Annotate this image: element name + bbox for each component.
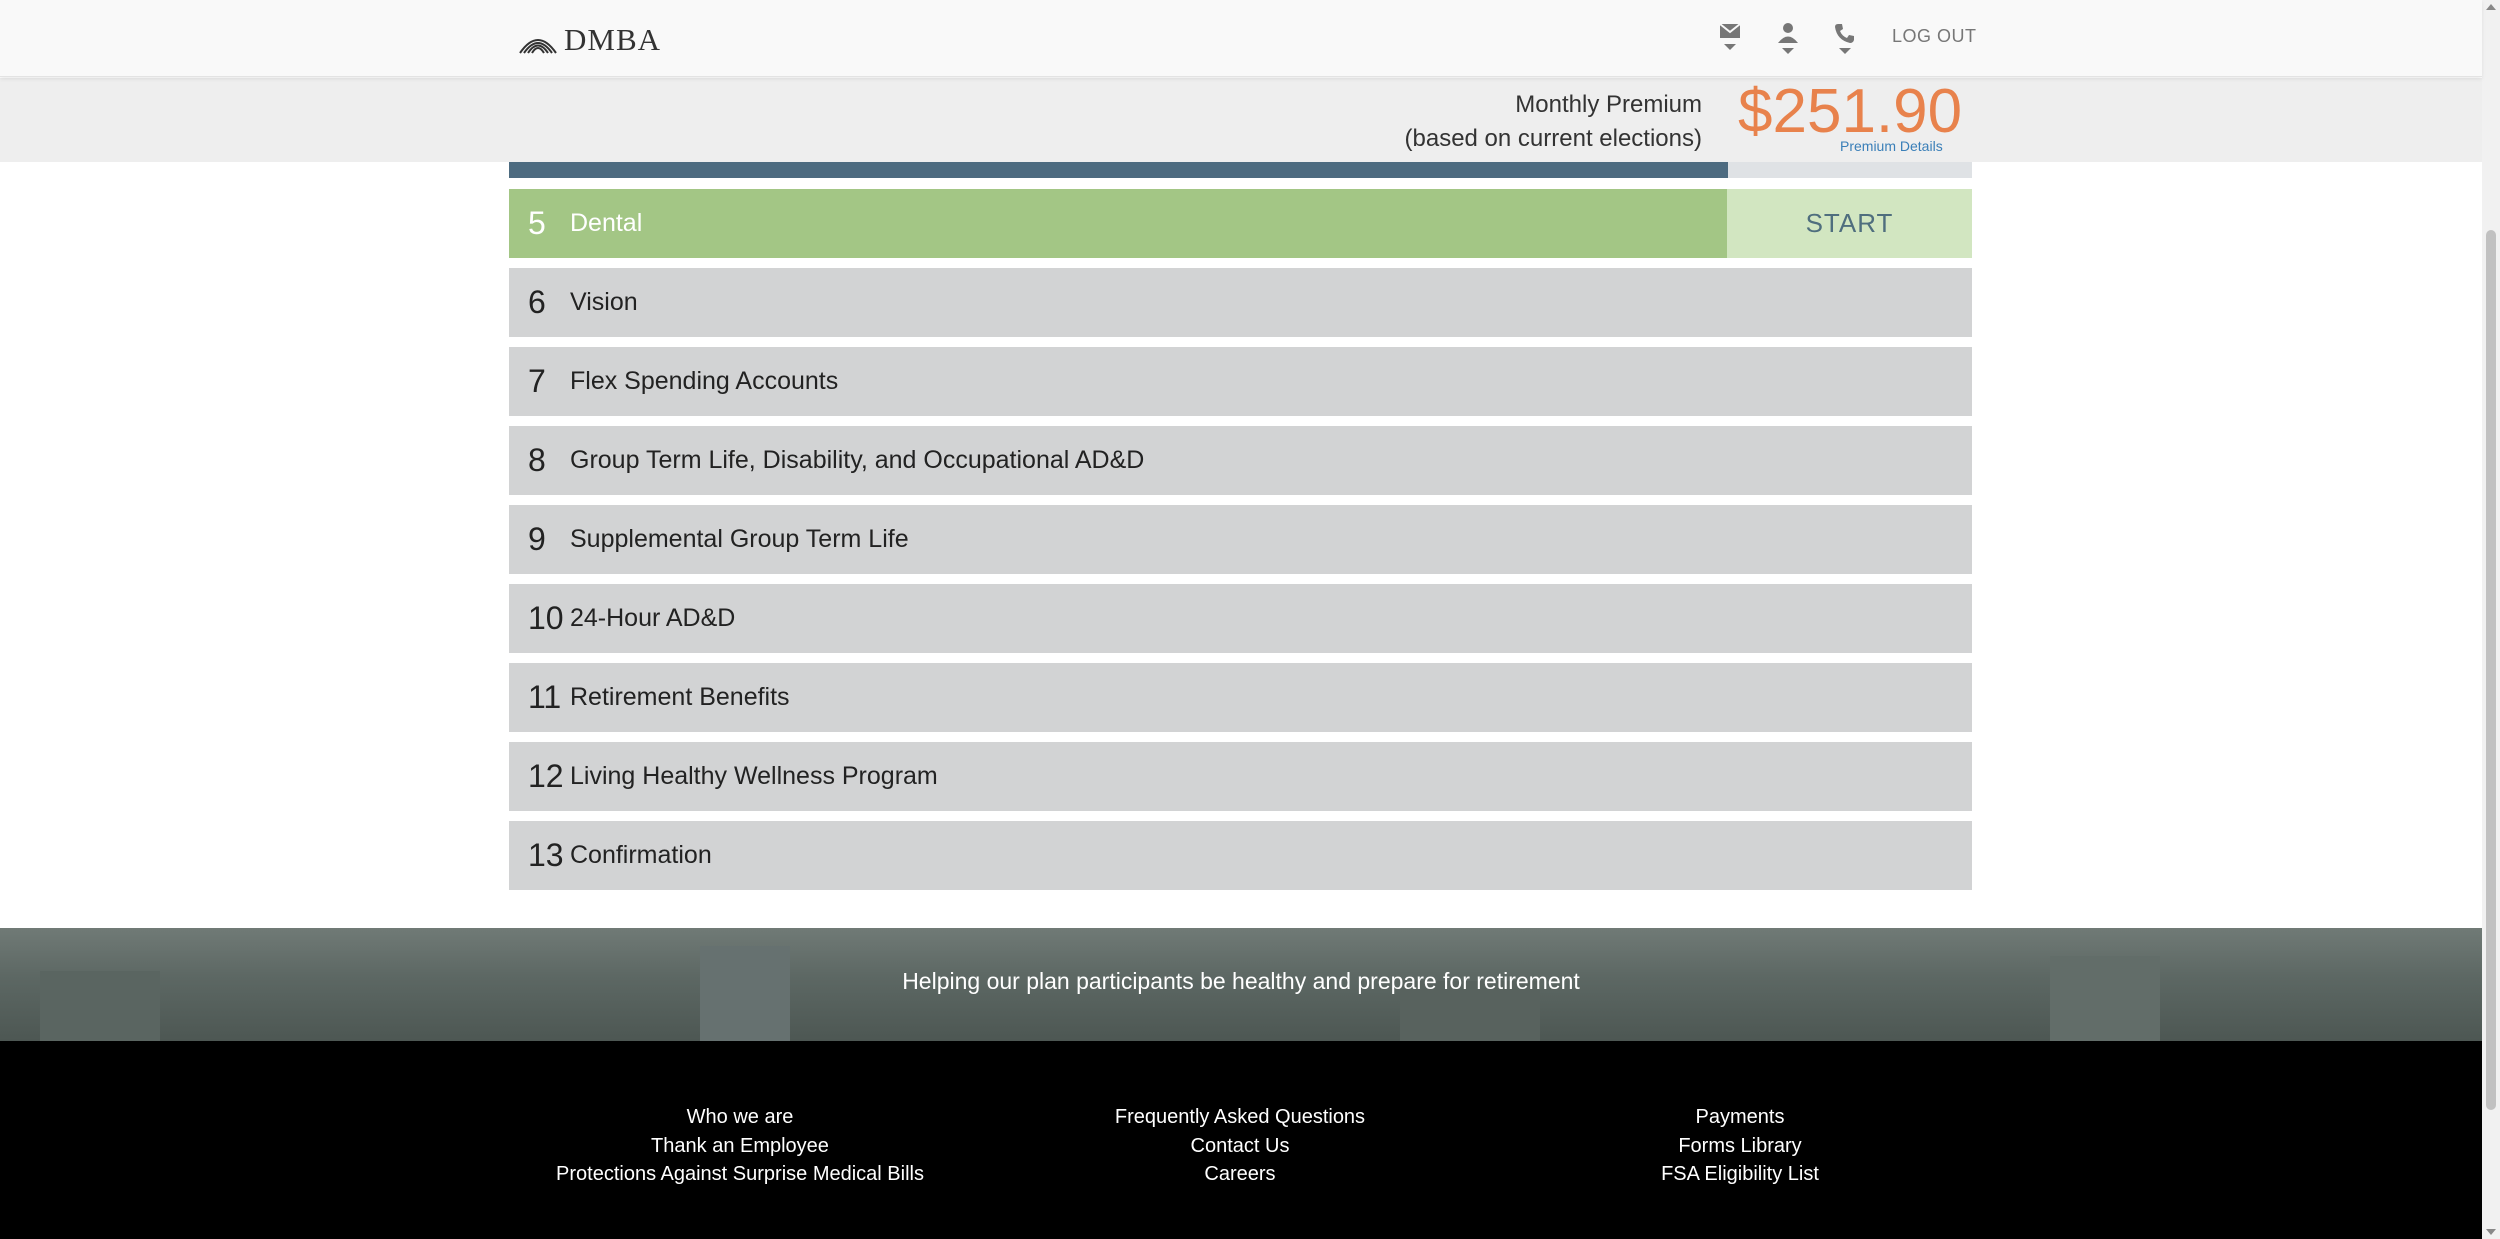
mail-menu-button[interactable] <box>1715 22 1745 62</box>
enrollment-steps: 5 Dental START 6 Vision 7 Flex Spending … <box>509 189 1972 900</box>
tagline-text: Helping our plan participants be healthy… <box>902 968 1580 994</box>
premium-label-line1: Monthly Premium <box>1515 91 1702 118</box>
step-flex-spending-accounts[interactable]: 7 Flex Spending Accounts <box>509 347 1972 416</box>
premium-amount: $251.90 <box>1738 77 1963 146</box>
step-name: Group Term Life, Disability, and Occupat… <box>570 446 1145 474</box>
step-supplemental-group-term-life[interactable]: 9 Supplemental Group Term Life <box>509 505 1972 574</box>
step-dental[interactable]: 5 Dental START <box>509 189 1972 258</box>
footer-link-payments[interactable]: Payments <box>1440 1103 2040 1132</box>
step-group-term-life[interactable]: 8 Group Term Life, Disability, and Occup… <box>509 426 1972 495</box>
step-number: 5 <box>528 205 546 241</box>
top-header: DMBA LOG OUT <box>0 0 2482 77</box>
footer-link-fsa-eligibility[interactable]: FSA Eligibility List <box>1440 1160 2040 1189</box>
step-name: Confirmation <box>570 841 712 869</box>
dmba-logo[interactable]: DMBA <box>518 22 661 58</box>
step-name: 24-Hour AD&D <box>570 604 736 632</box>
logo-arc-icon <box>519 39 557 54</box>
premium-label-line2: (based on current elections) <box>1404 125 1703 152</box>
chevron-down-icon <box>1782 48 1794 54</box>
step-number: 13 <box>528 837 564 873</box>
step-name: Flex Spending Accounts <box>570 367 839 395</box>
enrollment-progress-bar <box>509 162 1972 178</box>
page-scrollbar[interactable] <box>2482 0 2500 1239</box>
site-footer: Who we are Thank an Employee Protections… <box>0 1041 2482 1239</box>
step-name: Living Healthy Wellness Program <box>570 762 938 790</box>
user-menu-button[interactable] <box>1773 22 1803 62</box>
step-number: 7 <box>528 363 546 399</box>
scroll-down-arrow-icon[interactable] <box>2486 1229 2496 1235</box>
user-icon <box>1778 23 1798 43</box>
step-retirement-benefits[interactable]: 11 Retirement Benefits <box>509 663 1972 732</box>
step-number: 10 <box>528 600 564 636</box>
scrollbar-thumb[interactable] <box>2486 230 2496 1110</box>
footer-link-forms-library[interactable]: Forms Library <box>1440 1132 2040 1161</box>
start-button[interactable]: START <box>1727 189 1972 258</box>
phone-menu-button[interactable] <box>1830 22 1860 62</box>
step-name: Retirement Benefits <box>570 683 790 711</box>
logout-link[interactable]: LOG OUT <box>1892 26 1977 47</box>
scroll-up-arrow-icon[interactable] <box>2486 4 2496 10</box>
chevron-down-icon <box>1839 48 1851 54</box>
step-name: Supplemental Group Term Life <box>570 525 909 553</box>
step-number: 6 <box>528 284 546 320</box>
premium-bar: Monthly Premium (based on current electi… <box>0 77 2482 162</box>
logo-text: DMBA <box>564 22 662 57</box>
premium-label: Monthly Premium (based on current electi… <box>1405 88 1703 156</box>
step-number: 12 <box>528 758 564 794</box>
phone-icon <box>1835 24 1854 43</box>
footer-column: Payments Forms Library FSA Eligibility L… <box>1440 1103 2040 1189</box>
step-name: Dental <box>570 209 643 237</box>
step-number: 11 <box>528 679 562 715</box>
progress-fill <box>509 162 1728 178</box>
mail-icon <box>1719 23 1741 38</box>
step-vision[interactable]: 6 Vision <box>509 268 1972 337</box>
chevron-down-icon <box>1724 44 1736 50</box>
step-24-hour-add[interactable]: 10 24-Hour AD&D <box>509 584 1972 653</box>
premium-details-link[interactable]: Premium Details <box>1840 138 1943 154</box>
tagline-banner: Helping our plan participants be healthy… <box>0 928 2482 1041</box>
step-name: Vision <box>570 288 638 316</box>
page: DMBA LOG OUT Monthly Premium (based on c… <box>0 0 2500 1239</box>
step-living-healthy-wellness[interactable]: 12 Living Healthy Wellness Program <box>509 742 1972 811</box>
step-number: 8 <box>528 442 546 478</box>
step-confirmation[interactable]: 13 Confirmation <box>509 821 1972 890</box>
step-number: 9 <box>528 521 546 557</box>
